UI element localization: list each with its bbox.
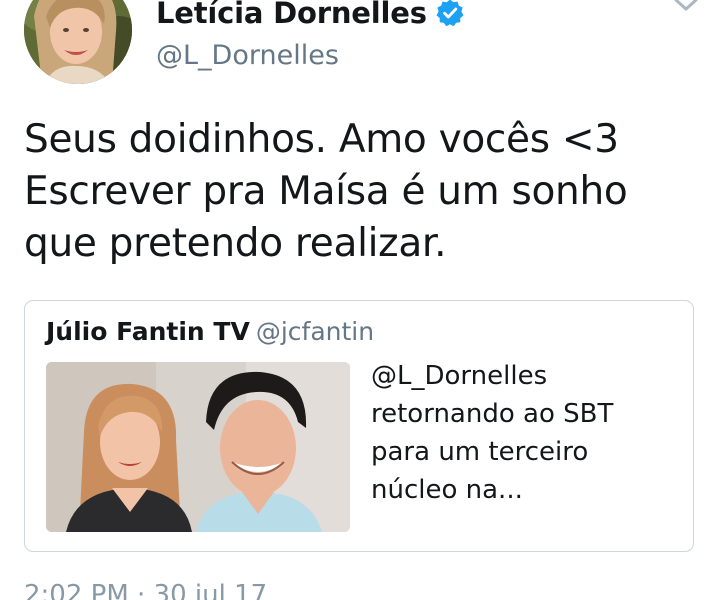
- tweet-text-line: Escrever pra Maísa é um sonho: [24, 169, 628, 214]
- photo-thumbnail-icon: [46, 362, 350, 532]
- quoted-text-line: para um terceiro: [371, 437, 589, 467]
- quoted-tweet-photo[interactable]: [46, 362, 350, 532]
- profile-photo-icon: [24, 0, 132, 84]
- tweet-text-line: que pretendo realizar.: [24, 221, 447, 266]
- quoted-tweet-card[interactable]: Júlio Fantin TV @jcfantin @L_Dornelles r…: [24, 300, 694, 552]
- author-name-row: Letícia Dornelles: [156, 0, 465, 34]
- tweet-text-line: Seus doidinhos. Amo vocês <3: [24, 117, 619, 162]
- tweet: Letícia Dornelles @L_Dornelles Seus doid…: [0, 0, 720, 600]
- tweet-text: Seus doidinhos. Amo vocês <3 Escrever pr…: [24, 114, 704, 270]
- chevron-down-icon[interactable]: [672, 0, 700, 16]
- author-handle[interactable]: @L_Dornelles: [156, 40, 339, 71]
- quoted-tweet-text: @L_Dornelles retornando ao SBT para um t…: [371, 357, 671, 509]
- quoted-text-line: @L_Dornelles: [371, 361, 548, 391]
- tweet-timestamp[interactable]: 2:02 PM · 30 jul 17: [24, 580, 267, 600]
- quoted-author-name: Júlio Fantin TV: [46, 317, 250, 346]
- verified-badge-icon: [435, 0, 465, 28]
- author-name[interactable]: Letícia Dornelles: [156, 0, 427, 30]
- quoted-text-line: núcleo na...: [371, 475, 523, 505]
- quoted-author-handle: @jcfantin: [255, 317, 375, 346]
- quoted-tweet-header: Júlio Fantin TV @jcfantin: [46, 317, 374, 346]
- quoted-text-line: retornando ao SBT: [371, 399, 614, 429]
- author-avatar[interactable]: [24, 0, 132, 84]
